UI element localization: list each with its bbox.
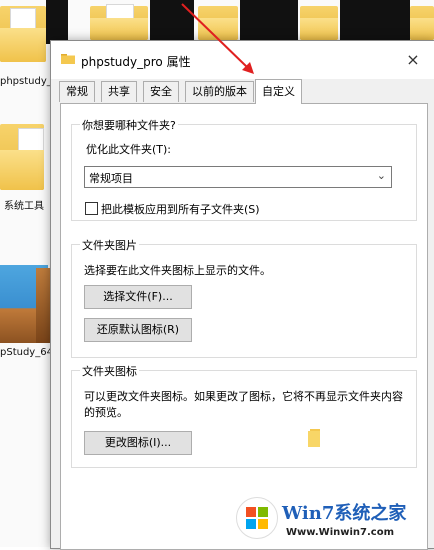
desktop-label: 系统工具 xyxy=(4,201,44,212)
close-icon[interactable]: × xyxy=(403,50,423,70)
tab-previous-versions[interactable]: 以前的版本 xyxy=(185,81,254,102)
folder-picture-heading: 文件夹图片 xyxy=(80,237,139,253)
desktop-dark-strip xyxy=(340,0,410,44)
chevron-down-icon: ⌄ xyxy=(376,169,386,182)
tab-customize[interactable]: 自定义 xyxy=(255,79,302,104)
choose-file-button[interactable]: 选择文件(F)... xyxy=(84,285,192,309)
apply-subfolders-label[interactable]: 把此模板应用到所有子文件夹(S) xyxy=(101,201,260,217)
change-icon-button[interactable]: 更改图标(I)... xyxy=(84,431,192,455)
folder-type-group: 你想要哪种文件夹? 优化此文件夹(T): 常规项目 ⌄ 把此模板应用到所有子文件… xyxy=(71,117,417,221)
desktop-folder-icon[interactable] xyxy=(410,0,434,40)
folder-picture-group: 文件夹图片 选择要在此文件夹图标上显示的文件。 选择文件(F)... 还原默认图… xyxy=(71,237,417,358)
folder-preview-icon xyxy=(308,429,320,447)
optimize-folder-value: 常规项目 xyxy=(89,172,133,185)
optimize-label: 优化此文件夹(T): xyxy=(86,143,172,156)
desktop-folder-icon[interactable] xyxy=(198,0,238,40)
dialog-title: phpstudy_pro 属性 xyxy=(81,55,191,69)
site-watermark: Win7系统之家 Www.Winwin7.com xyxy=(236,495,434,547)
folder-picture-description: 选择要在此文件夹图标上显示的文件。 xyxy=(84,264,271,277)
desktop-label: pStudy_64 xyxy=(0,347,53,358)
tab-security[interactable]: 安全 xyxy=(143,81,179,102)
desktop-dark-strip xyxy=(240,0,298,44)
folder-icon-description-line2: 的预览。 xyxy=(84,406,128,419)
desktop-folder-icon[interactable] xyxy=(90,0,148,40)
windows-logo-icon xyxy=(236,497,278,539)
folder-icon-group: 文件夹图标 可以更改文件夹图标。如果更改了图标，它将不再显示文件夹内容 的预览。… xyxy=(71,363,417,468)
restore-default-button[interactable]: 还原默认图标(R) xyxy=(84,318,192,342)
tab-sharing[interactable]: 共享 xyxy=(101,81,137,102)
folder-icon-description-line1: 可以更改文件夹图标。如果更改了图标，它将不再显示文件夹内容 xyxy=(84,390,403,403)
desktop-dark-strip xyxy=(150,0,194,44)
customize-panel: 你想要哪种文件夹? 优化此文件夹(T): 常规项目 ⌄ 把此模板应用到所有子文件… xyxy=(60,103,428,550)
desktop-folder-icon[interactable] xyxy=(300,0,338,40)
apply-subfolders-checkbox[interactable] xyxy=(85,202,98,215)
desktop-dark-strip xyxy=(46,0,68,44)
watermark-title: Win7系统之家 xyxy=(282,503,407,524)
watermark-url: Www.Winwin7.com xyxy=(286,527,395,538)
folder-icon-heading: 文件夹图标 xyxy=(80,363,139,379)
tab-general[interactable]: 常规 xyxy=(59,81,95,102)
desktop-folder-icon[interactable] xyxy=(0,118,44,190)
properties-dialog: phpstudy_pro 属性 × 常规 共享 安全 以前的版本 自定义 你想要… xyxy=(50,40,434,550)
optimize-folder-select[interactable]: 常规项目 ⌄ xyxy=(84,166,392,188)
folder-icon xyxy=(61,54,75,64)
title-bar[interactable]: phpstudy_pro 属性 × xyxy=(51,41,434,79)
folder-type-heading: 你想要哪种文件夹? xyxy=(80,117,178,133)
desktop-folder-icon[interactable] xyxy=(0,0,46,62)
